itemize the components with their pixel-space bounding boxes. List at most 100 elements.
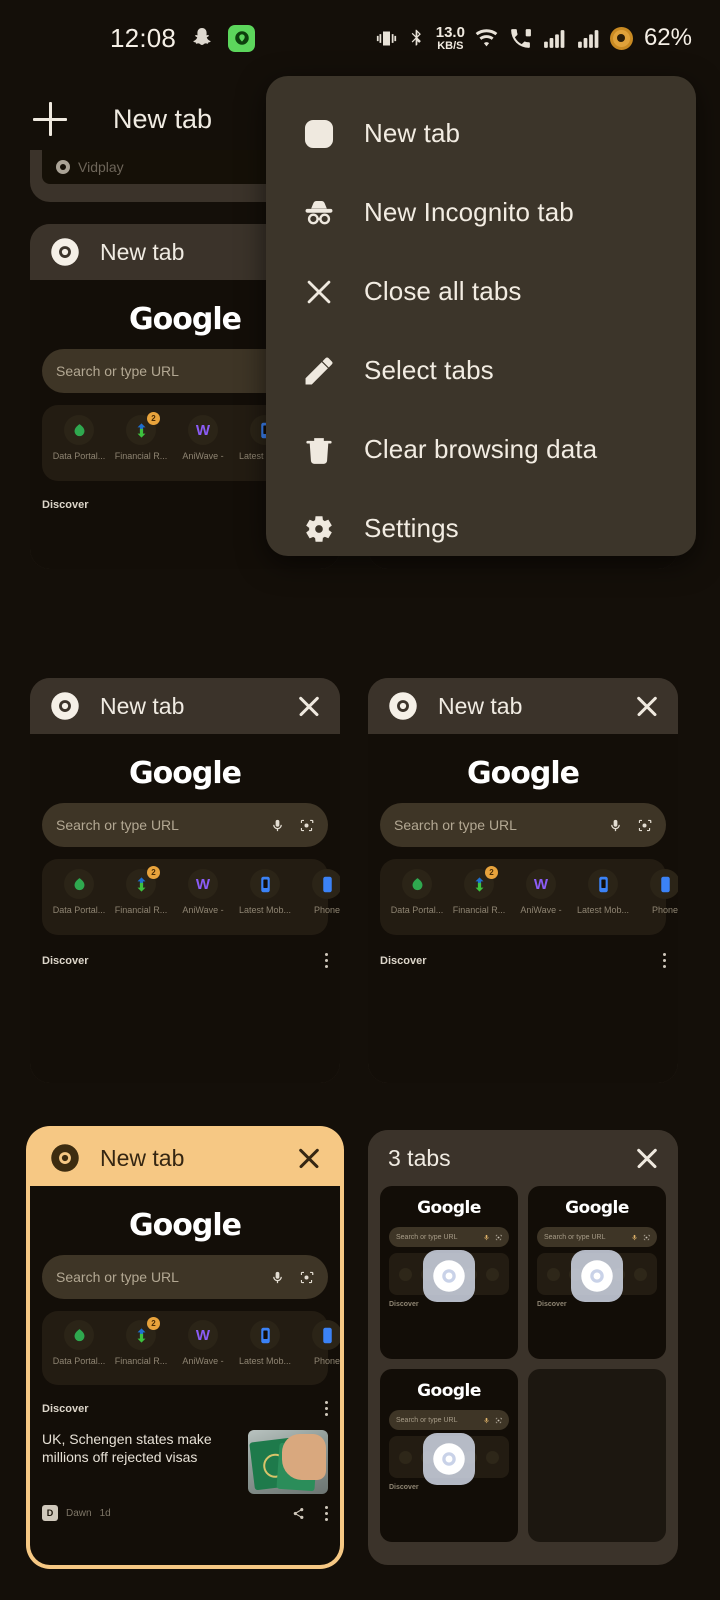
call-icon xyxy=(511,28,531,48)
more-options-icon[interactable] xyxy=(663,953,666,968)
shortcut-badge: 2 xyxy=(485,866,498,879)
site-favicon xyxy=(56,160,70,174)
menu-item-label: Clear browsing data xyxy=(364,434,598,464)
menu-item-select-tabs[interactable]: Select tabs xyxy=(266,331,696,410)
omnibox: Search or type URL xyxy=(389,1227,509,1247)
microphone-icon xyxy=(484,1234,489,1240)
tab-group-title: 3 tabs xyxy=(388,1144,451,1171)
shortcut-tiles: Data Portal... 2 Financial R... W AniWav… xyxy=(380,859,678,935)
tab-card-4[interactable]: New tab Google Search or type URL Data P… xyxy=(368,678,678,1083)
plus-icon[interactable] xyxy=(30,99,70,139)
shortcut-label: Data Portal... xyxy=(52,905,106,915)
article-source-row: D Dawn 1d xyxy=(42,1505,328,1521)
shortcut-tiles: Data Portal... 2 Financial R... W AniWav… xyxy=(42,859,340,935)
shortcut-tile[interactable]: Data Portal... xyxy=(386,869,448,915)
google-lens-icon[interactable] xyxy=(299,818,314,833)
new-tab-icon xyxy=(298,117,340,151)
tab-card-header: New tab xyxy=(368,678,678,734)
close-icon[interactable] xyxy=(294,1143,324,1173)
discover-label: Discover xyxy=(380,954,427,967)
shortcut-tile[interactable]: Latest Mob... xyxy=(572,869,634,915)
share-icon[interactable] xyxy=(292,1507,305,1520)
shortcut-label: Latest Mob... xyxy=(238,905,292,915)
shortcut-label: Phone xyxy=(313,905,340,915)
tab-card-3[interactable]: New tab Google Search or type URL Data P… xyxy=(30,678,340,1083)
group-thumbnail[interactable]: Google Search or type URL Discover xyxy=(380,1369,518,1542)
microphone-icon[interactable] xyxy=(270,818,285,833)
tab-card-5-selected[interactable]: New tab Google Search or type URL Data P… xyxy=(30,1130,340,1565)
signal-sim2-icon xyxy=(578,29,599,48)
data-portal-icon xyxy=(402,869,432,899)
chrome-icon xyxy=(51,692,79,720)
shortcut-tile[interactable]: Data Portal... xyxy=(48,415,110,461)
network-speed-value: 13.0 xyxy=(435,23,465,41)
shortcut-tile[interactable]: 2 Financial R... xyxy=(110,1317,172,1366)
tab-preview: Google Search or type URL Data Portal...… xyxy=(30,734,340,1083)
chrome-icon xyxy=(389,692,417,720)
pencil-icon xyxy=(298,354,340,388)
shortcut-tile[interactable]: Phone xyxy=(634,869,678,915)
menu-item-label: New Incognito tab xyxy=(364,197,574,227)
discover-header: Discover xyxy=(380,953,666,968)
discover-article-card[interactable]: UK, Schengen states make millions off re… xyxy=(42,1430,328,1494)
group-thumbnail[interactable]: Google Search or type URL Discover xyxy=(380,1186,518,1359)
menu-item-label: New tab xyxy=(364,118,461,148)
shortcut-tile[interactable]: 2 Financial R... xyxy=(110,412,172,461)
article-age: 1d xyxy=(99,1507,111,1519)
omnibox[interactable]: Search or type URL xyxy=(42,803,328,847)
article-thumbnail xyxy=(248,1430,328,1494)
shortcut-tile[interactable]: Phone xyxy=(296,1320,340,1366)
tab-group-card[interactable]: 3 tabs Google Search or type URL Discove… xyxy=(368,1130,678,1565)
menu-item-close-all-tabs[interactable]: Close all tabs xyxy=(266,252,696,331)
close-icon[interactable] xyxy=(294,691,324,721)
menu-item-settings[interactable]: Settings xyxy=(266,489,696,568)
incognito-icon xyxy=(298,196,340,230)
omnibox[interactable]: Search or type URL xyxy=(42,1255,328,1299)
menu-item-new-incognito-tab[interactable]: New Incognito tab xyxy=(266,173,696,252)
shortcut-tile[interactable]: Latest Mob... xyxy=(234,869,296,915)
shortcut-label: Financial R... xyxy=(114,905,168,915)
more-options-icon[interactable] xyxy=(325,1401,328,1416)
status-bar-clock: 12:08 xyxy=(110,22,177,53)
battery-percent: 62% xyxy=(643,24,692,51)
shortcut-tile[interactable]: Data Portal... xyxy=(48,869,110,915)
tab-switcher-screen: 12:08 13.0 KB/S 62% New tab Vidplay New … xyxy=(0,0,720,1600)
tab-title: New tab xyxy=(100,1144,185,1171)
microphone-icon[interactable] xyxy=(608,818,623,833)
discover-label: Discover xyxy=(389,1301,419,1308)
google-lens-icon[interactable] xyxy=(637,818,652,833)
new-tab-button-label[interactable]: New tab xyxy=(113,104,212,135)
snapchat-icon xyxy=(193,28,211,45)
close-icon[interactable] xyxy=(632,1143,662,1173)
data-portal-icon xyxy=(64,415,94,445)
close-icon[interactable] xyxy=(632,691,662,721)
group-thumbnail[interactable]: Google Search or type URL Discover xyxy=(528,1186,666,1359)
shortcut-tile[interactable]: W AniWave - xyxy=(172,415,234,461)
green-app-icon xyxy=(228,24,256,52)
shortcut-tile[interactable]: W AniWave - xyxy=(510,869,572,915)
overflow-menu: New tab New Incognito tab Close all tabs… xyxy=(266,76,696,556)
wifi-icon xyxy=(475,28,498,46)
tab-title: New tab xyxy=(100,692,185,719)
shortcut-tile[interactable]: 2 Financial R... xyxy=(448,866,510,915)
menu-item-new-tab[interactable]: New tab xyxy=(266,94,696,173)
omnibox: Search or type URL xyxy=(389,1410,509,1430)
shortcut-tile[interactable]: Phone xyxy=(296,869,340,915)
shortcut-badge: 2 xyxy=(147,1317,160,1330)
microphone-icon[interactable] xyxy=(270,1270,285,1285)
shortcut-tile[interactable]: Latest Mob... xyxy=(234,1320,296,1366)
more-options-icon[interactable] xyxy=(325,953,328,968)
google-lens-icon[interactable] xyxy=(299,1270,314,1285)
latest-mobile-icon xyxy=(250,869,280,899)
shortcut-tile[interactable]: W AniWave - xyxy=(172,869,234,915)
shortcut-tile[interactable]: Data Portal... xyxy=(48,1320,110,1366)
shortcut-tile[interactable]: 2 Financial R... xyxy=(110,866,172,915)
discover-header: Discover xyxy=(42,1401,328,1416)
omnibox[interactable]: Search or type URL xyxy=(380,803,666,847)
shortcut-tile[interactable]: W AniWave - xyxy=(172,1320,234,1366)
more-options-icon[interactable] xyxy=(325,1505,328,1521)
shortcut-label: Latest Mob... xyxy=(238,1356,292,1366)
data-portal-icon xyxy=(64,1320,94,1350)
menu-item-clear-browsing-data[interactable]: Clear browsing data xyxy=(266,410,696,489)
status-bar: 12:08 13.0 KB/S 62% xyxy=(0,0,720,76)
